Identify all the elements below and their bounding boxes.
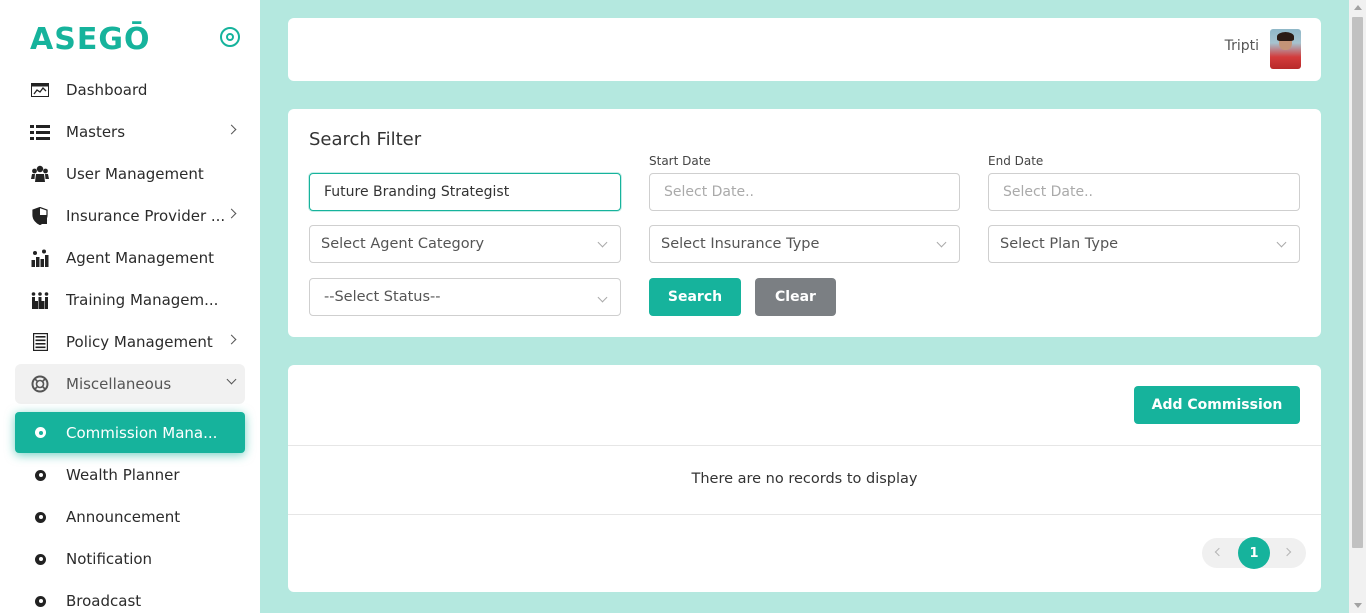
pagination: 1 — [1202, 537, 1306, 569]
chevron-right-icon[interactable] — [1282, 547, 1292, 557]
add-commission-button[interactable]: Add Commission — [1134, 386, 1300, 424]
bullet-icon — [35, 469, 46, 481]
search-input[interactable] — [309, 173, 621, 211]
divider — [288, 445, 1321, 446]
status-select[interactable]: --Select Status-- — [309, 278, 621, 316]
scroll-up-icon[interactable] — [1354, 5, 1362, 10]
page-button-1[interactable]: 1 — [1238, 537, 1270, 569]
sidebar-item-user-management[interactable]: User Management — [15, 154, 245, 194]
avatar[interactable] — [1270, 29, 1301, 69]
sidebar-item-policy-management[interactable]: Policy Management — [15, 322, 245, 362]
chevron-down-icon — [597, 237, 608, 248]
user-name[interactable]: Tripti — [1225, 38, 1259, 54]
search-filter-panel: Search Filter Start Date End Date Select… — [288, 109, 1321, 337]
sidebar-item-broadcast[interactable]: Broadcast — [15, 581, 245, 613]
sidebar-item-training-management[interactable]: Training Managem... — [15, 280, 245, 320]
sidebar-item-wealth-planner[interactable]: Wealth Planner — [15, 455, 245, 495]
scroll-down-icon[interactable] — [1354, 603, 1362, 608]
lifebuoy-icon — [30, 374, 50, 394]
page-scrollbar[interactable] — [1349, 0, 1366, 613]
sidebar-toggle-icon[interactable] — [220, 27, 240, 47]
dashboard-icon — [30, 80, 50, 100]
insurance-type-value: Select Insurance Type — [661, 236, 820, 252]
chevron-down-icon — [226, 374, 237, 385]
shield-icon — [30, 206, 50, 226]
start-date-label: Start Date — [649, 154, 711, 168]
sidebar-item-notification[interactable]: Notification — [15, 539, 245, 579]
sidebar: ASEGŌ Dashboard Masters User Management … — [0, 0, 260, 613]
chevron-left-icon[interactable] — [1214, 547, 1224, 557]
scrollbar-thumb[interactable] — [1352, 17, 1363, 548]
top-header: Tripti — [288, 18, 1321, 81]
chevron-down-icon — [1276, 237, 1287, 248]
end-date-input[interactable] — [988, 173, 1300, 211]
bullet-icon — [35, 427, 46, 438]
agent-chart-icon — [30, 248, 50, 268]
asego-logo[interactable]: ASEGŌ — [30, 22, 150, 57]
search-filter-title: Search Filter — [309, 129, 422, 150]
sidebar-item-insurance-provider[interactable]: Insurance Provider ... — [15, 196, 245, 236]
search-button[interactable]: Search — [649, 278, 741, 316]
chevron-right-icon — [226, 208, 237, 219]
policy-document-icon — [30, 332, 50, 352]
users-icon — [30, 164, 50, 184]
chevron-down-icon — [936, 237, 947, 248]
start-date-input[interactable] — [649, 173, 960, 211]
status-value: --Select Status-- — [324, 289, 441, 305]
commission-table-panel: Add Commission There are no records to d… — [288, 365, 1321, 592]
divider — [288, 514, 1321, 515]
sidebar-item-dashboard[interactable]: Dashboard — [15, 70, 245, 110]
chevron-right-icon — [226, 334, 237, 345]
empty-table-message: There are no records to display — [691, 471, 918, 487]
bullet-icon — [35, 553, 46, 565]
bullet-icon — [35, 595, 46, 607]
sidebar-item-announcement[interactable]: Announcement — [15, 497, 245, 537]
chevron-right-icon — [226, 124, 237, 135]
agent-category-select[interactable]: Select Agent Category — [309, 225, 621, 263]
end-date-label: End Date — [988, 154, 1044, 168]
plan-type-select[interactable]: Select Plan Type — [988, 225, 1300, 263]
bullet-icon — [35, 511, 46, 523]
sidebar-item-agent-management[interactable]: Agent Management — [15, 238, 245, 278]
clear-button[interactable]: Clear — [755, 278, 836, 316]
training-icon — [30, 290, 50, 310]
insurance-type-select[interactable]: Select Insurance Type — [649, 225, 960, 263]
sidebar-item-masters[interactable]: Masters — [15, 112, 245, 152]
plan-type-value: Select Plan Type — [1000, 236, 1119, 252]
sidebar-item-miscellaneous[interactable]: Miscellaneous — [15, 364, 245, 404]
list-icon — [30, 122, 50, 142]
sidebar-item-commission-management[interactable]: Commission Mana... — [15, 412, 245, 453]
chevron-down-icon — [597, 292, 608, 303]
agent-category-value: Select Agent Category — [321, 236, 485, 252]
